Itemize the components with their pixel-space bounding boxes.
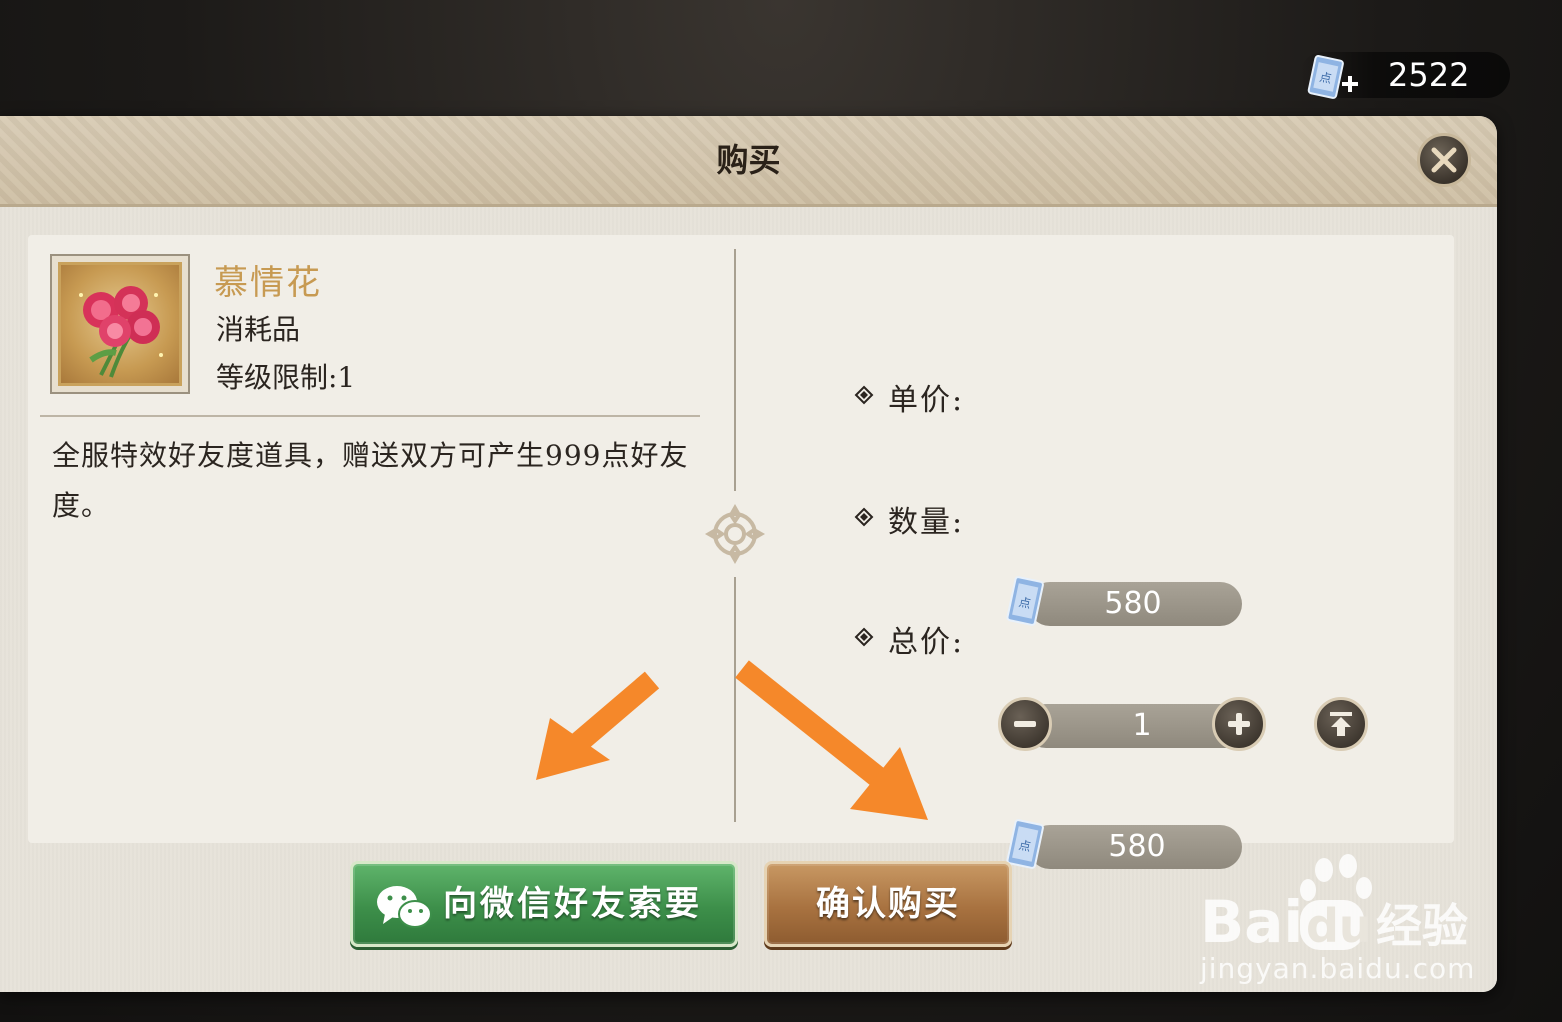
minus-icon [1014,721,1036,727]
currency-value: 2522 [1388,56,1470,94]
svg-text:du: du [1306,899,1372,953]
svg-text:经验: 经验 [1376,899,1468,953]
item-name: 慕情花 [214,263,322,303]
ticket-icon[interactable]: 点 [1302,52,1362,102]
arrow-left-annotation [536,671,660,780]
ornament-icon [704,503,766,565]
total-price-value: 580 [1108,829,1166,864]
confirm-button-label: 确认购买 [816,884,960,924]
arrow-right-annotation [735,660,928,820]
bullet-icon [854,627,874,647]
close-icon [1431,147,1457,173]
wechat-icon [377,886,432,928]
quantity-value[interactable]: 1 [1072,704,1212,748]
item-icon-frame[interactable] [50,254,190,394]
plus-icon [1342,76,1358,92]
unit-price-label: 单价: [888,383,965,418]
item-type: 消耗品 [216,313,301,346]
close-button[interactable] [1417,133,1471,187]
confirm-purchase-button[interactable]: 确认购买 [764,861,1012,947]
plus-icon [1228,713,1250,735]
item-divider [40,415,700,417]
item-level-limit: 等级限制:1 [216,361,356,394]
dialog-title: 购买 [716,141,781,179]
svg-text:Bai: Bai [1200,888,1303,956]
item-description: 全服特效好友度道具，赠送双方可产生999点好友度。 [52,439,689,522]
increase-quantity-button[interactable] [1212,697,1266,751]
max-arrow-icon [1330,712,1352,736]
quantity-label: 数量: [888,505,965,540]
bullet-icon [854,507,874,527]
wechat-request-button[interactable]: 向微信好友索要 [350,861,738,947]
unit-price-value: 580 [1104,586,1162,621]
decrease-quantity-button[interactable] [998,697,1052,751]
ticket-icon: 点 [1006,576,1044,626]
watermark-url: jingyan.baidu.com [1200,952,1476,985]
bullet-icon [854,385,874,405]
max-quantity-button[interactable] [1314,697,1368,751]
rose-bouquet-icon [79,286,163,378]
divider-line [734,249,736,491]
wechat-button-label: 向微信好友索要 [443,884,702,924]
